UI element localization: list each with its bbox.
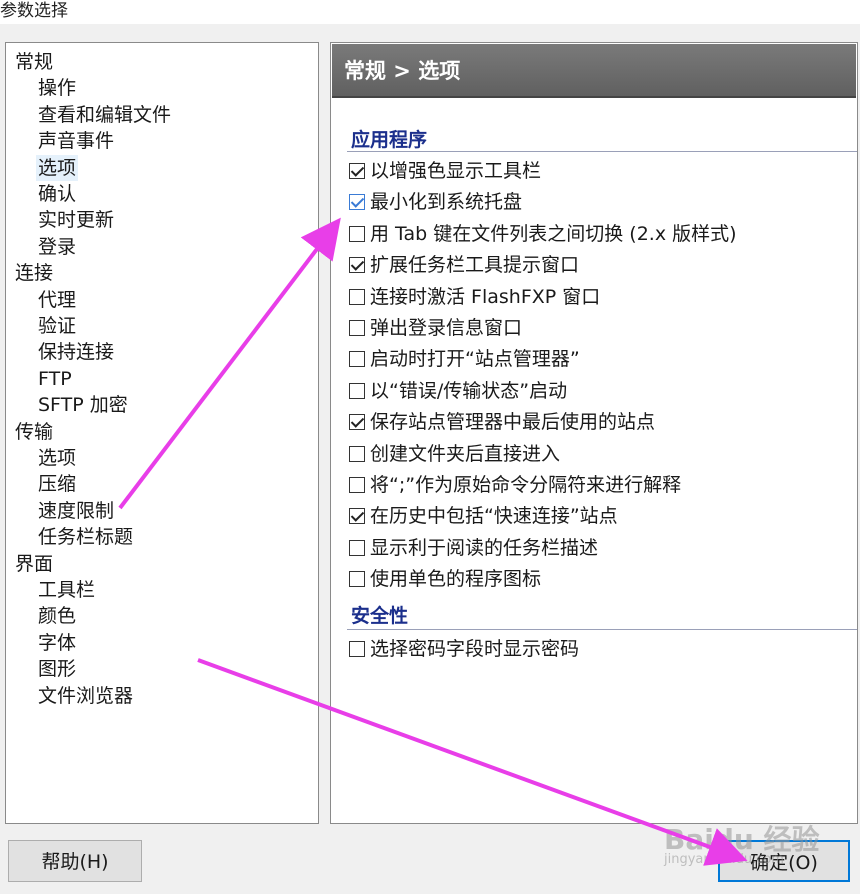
panel-header: 常规 > 选项	[332, 44, 856, 98]
tree-item[interactable]: 确认	[36, 181, 78, 207]
options-panel: 常规 > 选项 应用程序以增强色显示工具栏 最小化到系统托盘用 Tab 键在文件列…	[330, 42, 858, 824]
option-label: 使用单色的程序图标	[370, 568, 542, 591]
tree-item[interactable]: 字体	[36, 630, 78, 656]
option-label: 保存站点管理器中最后使用的站点	[370, 411, 656, 434]
help-button[interactable]: 帮助(H)	[8, 840, 142, 882]
checkbox-unchecked[interactable]	[349, 288, 365, 305]
tree-item[interactable]: 声音事件	[36, 128, 116, 154]
tree-item[interactable]: 操作	[36, 75, 78, 101]
category-tree[interactable]: 常规 操作 查看和编辑文件 声音事件 选项 确认 实时更新 登录 连接 代理 验证 保持连接 FTP SF…	[5, 42, 319, 824]
checkbox-checked[interactable]	[349, 257, 365, 274]
checkbox-checked[interactable]	[349, 414, 365, 431]
window-title: 参数选择	[0, 1, 68, 21]
option-label: 启动时打开“站点管理器”	[370, 348, 580, 371]
tree-item[interactable]: 选项	[36, 445, 78, 471]
option-checkbox-row[interactable]: 保存站点管理器中最后使用的站点	[349, 408, 655, 436]
checkbox-checked[interactable]	[349, 508, 365, 525]
option-checkbox-row[interactable]: 最小化到系统托盘	[349, 188, 522, 216]
option-label: 连接时激活 FlashFXP 窗口	[370, 285, 601, 308]
option-checkbox-row[interactable]: 弹出登录信息窗口	[349, 314, 522, 342]
option-label: 创建文件夹后直接进入	[370, 442, 561, 465]
tree-item[interactable]: 压缩	[36, 471, 78, 497]
checkbox-checked[interactable]	[349, 163, 365, 179]
option-checkbox-row[interactable]: 使用单色的程序图标	[349, 565, 541, 593]
tree-item[interactable]: 查看和编辑文件	[36, 102, 173, 128]
option-checkbox-row[interactable]: 选择密码字段时显示密码	[349, 635, 579, 663]
option-label: 弹出登录信息窗口	[370, 317, 523, 339]
tree-item[interactable]: 速度限制	[36, 498, 116, 524]
option-label: 扩展任务栏工具提示窗口	[370, 254, 580, 277]
option-checkbox-row[interactable]: 用 Tab 键在文件列表之间切换 (2.x 版样式)	[349, 220, 737, 248]
option-checkbox-row[interactable]: 在历史中包括“快速连接”站点	[349, 502, 618, 530]
tree-item[interactable]: 颜色	[36, 603, 78, 629]
option-label: 以增强色显示工具栏	[370, 160, 542, 182]
checkbox-unchecked[interactable]	[349, 641, 365, 657]
section-title: 安全性	[351, 605, 409, 627]
option-checkbox-row[interactable]: 创建文件夹后直接进入	[349, 440, 560, 468]
tree-item[interactable]: 保持连接	[36, 339, 116, 365]
ok-button[interactable]: 确定(O)	[718, 840, 850, 882]
tree-category[interactable]: 常规	[13, 49, 55, 75]
checkbox-unchecked[interactable]	[349, 571, 365, 588]
option-label: 将“;”作为原始命令分隔符来进行解释	[370, 474, 682, 496]
option-label: 显示利于阅读的任务栏描述	[370, 536, 599, 559]
option-label: 选择密码字段时显示密码	[370, 638, 580, 660]
option-checkbox-row[interactable]: 将“;”作为原始命令分隔符来进行解释	[349, 471, 681, 499]
checkbox-unchecked[interactable]	[349, 351, 365, 368]
option-checkbox-row[interactable]: 启动时打开“站点管理器”	[349, 345, 580, 373]
tree-item[interactable]: 验证	[36, 313, 78, 339]
tree-category[interactable]: 连接	[13, 260, 55, 286]
section-divider	[347, 151, 857, 152]
tree-item[interactable]: SFTP 加密	[36, 392, 130, 418]
option-label: 以“错误/传输状态”启动	[370, 379, 568, 402]
option-label: 用 Tab 键在文件列表之间切换 (2.x 版样式)	[370, 222, 737, 245]
tree-item[interactable]: 图形	[36, 656, 78, 682]
section-divider	[347, 629, 857, 630]
option-label: 在历史中包括“快速连接”站点	[370, 505, 618, 528]
option-label: 最小化到系统托盘	[370, 191, 523, 214]
section-title: 应用程序	[351, 129, 428, 151]
option-checkbox-row[interactable]: 连接时激活 FlashFXP 窗口	[349, 283, 600, 311]
tree-item[interactable]: 代理	[36, 287, 78, 313]
tree-item[interactable]: 工具栏	[36, 577, 97, 603]
checkbox-unchecked[interactable]	[349, 320, 365, 336]
option-checkbox-row[interactable]: 以增强色显示工具栏	[349, 157, 541, 185]
tree-item[interactable]: 实时更新	[36, 207, 116, 233]
checkbox-unchecked[interactable]	[349, 539, 365, 556]
tree-item[interactable]: 任务栏标题	[36, 524, 135, 550]
tree-item[interactable]: 选项	[36, 154, 79, 181]
option-checkbox-row[interactable]: 显示利于阅读的任务栏描述	[349, 534, 598, 562]
checkbox-unchecked[interactable]	[349, 225, 365, 242]
tree-item[interactable]: 文件浏览器	[36, 683, 135, 709]
tree-item[interactable]: FTP	[36, 366, 74, 392]
option-checkbox-row[interactable]: 扩展任务栏工具提示窗口	[349, 251, 579, 279]
checkbox-unchecked[interactable]	[349, 382, 365, 399]
tree-category[interactable]: 传输	[13, 419, 55, 445]
checkbox-unchecked[interactable]	[349, 477, 365, 493]
tree-category[interactable]: 界面	[13, 551, 55, 577]
checkbox-checked[interactable]	[349, 194, 365, 211]
tree-item[interactable]: 登录	[36, 234, 78, 260]
checkbox-unchecked[interactable]	[349, 445, 365, 462]
option-checkbox-row[interactable]: 以“错误/传输状态”启动	[349, 377, 567, 405]
